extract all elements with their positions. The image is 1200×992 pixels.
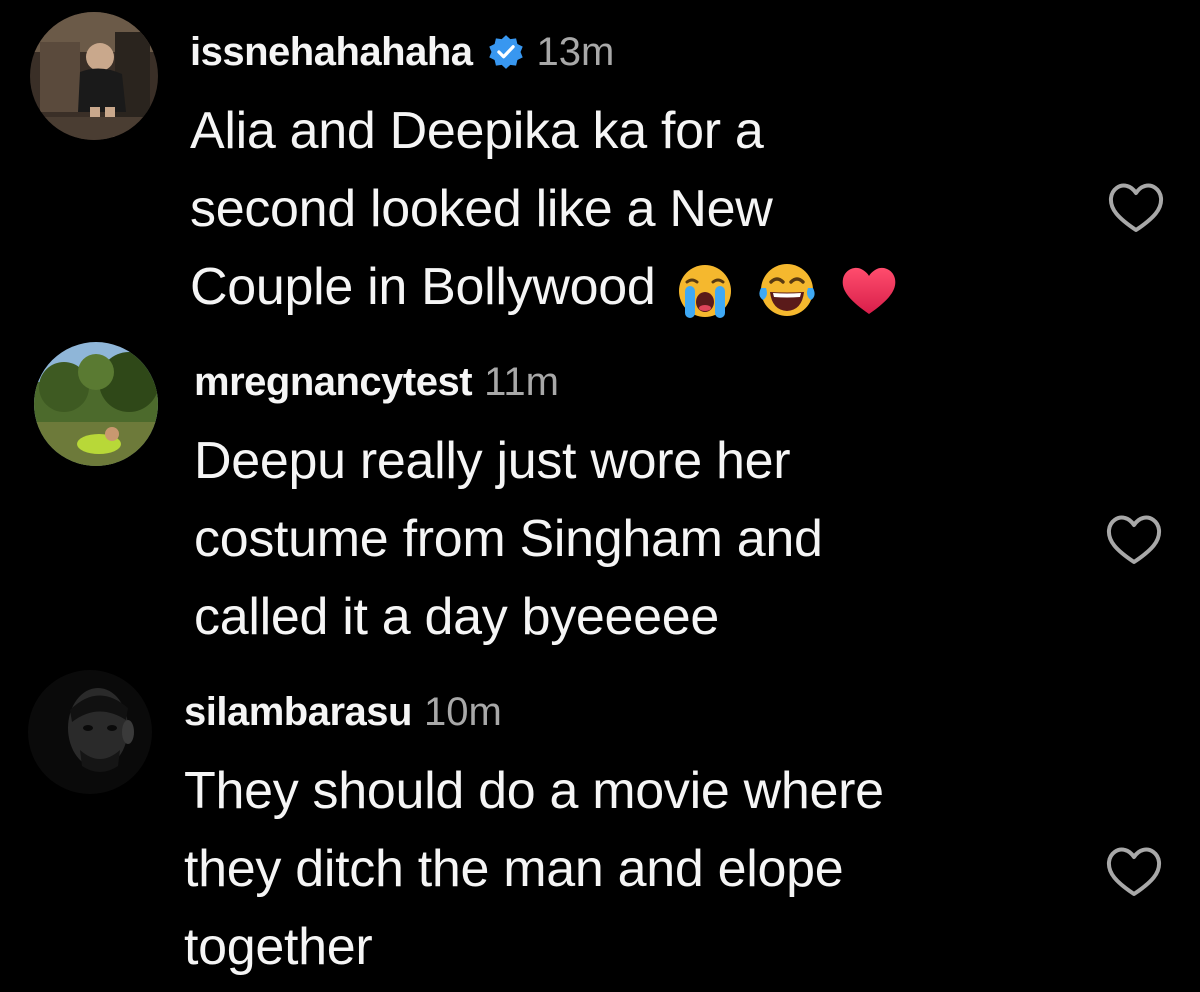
comment-timestamp[interactable]: 13m xyxy=(537,30,615,75)
username[interactable]: silambarasu xyxy=(184,690,412,735)
username[interactable]: issnehahahaha xyxy=(190,30,473,75)
comment-line: called it a day byeeeee xyxy=(194,588,720,646)
comment-line: Couple in Bollywood xyxy=(190,258,656,316)
face-with-tears-of-joy-icon xyxy=(757,260,817,320)
comment-text: Alia and Deepika ka for a second looked … xyxy=(190,92,1090,326)
like-button[interactable] xyxy=(1106,180,1166,236)
comment-item: silambarasu 10m They should do a movie w… xyxy=(0,660,1200,992)
comment-item: issnehahahaha 13m Alia and Deepika ka fo… xyxy=(0,0,1200,330)
comment-line: costume from Singham and xyxy=(194,510,823,568)
comment-text: Deepu really just wore her costume from … xyxy=(194,422,1094,656)
avatar[interactable] xyxy=(34,342,158,466)
red-heart-icon xyxy=(839,260,899,320)
comment-timestamp[interactable]: 10m xyxy=(424,690,502,735)
comment-line: They should do a movie where xyxy=(184,762,884,820)
username[interactable]: mregnancytest xyxy=(194,360,473,405)
like-button[interactable] xyxy=(1104,844,1164,900)
emoji-group xyxy=(675,260,921,320)
heart-outline-icon xyxy=(1106,515,1162,564)
comment-item: mregnancytest 11m Deepu really just wore… xyxy=(0,330,1200,660)
like-button[interactable] xyxy=(1104,512,1164,568)
avatar[interactable] xyxy=(30,12,158,140)
comment-line: Alia and Deepika ka for a xyxy=(190,102,764,160)
heart-outline-icon xyxy=(1106,847,1162,896)
comment-timestamp[interactable]: 11m xyxy=(484,360,559,405)
comment-text: They should do a movie where they ditch … xyxy=(184,752,1084,986)
comment-line: Deepu really just wore her xyxy=(194,432,791,490)
avatar[interactable] xyxy=(28,670,152,794)
heart-outline-icon xyxy=(1108,183,1164,232)
comment-line: together xyxy=(184,918,373,976)
verified-badge-icon xyxy=(487,33,525,71)
comment-line: they ditch the man and elope xyxy=(184,840,844,898)
loudly-crying-face-icon xyxy=(675,260,735,320)
comment-line: second looked like a New xyxy=(190,180,773,238)
